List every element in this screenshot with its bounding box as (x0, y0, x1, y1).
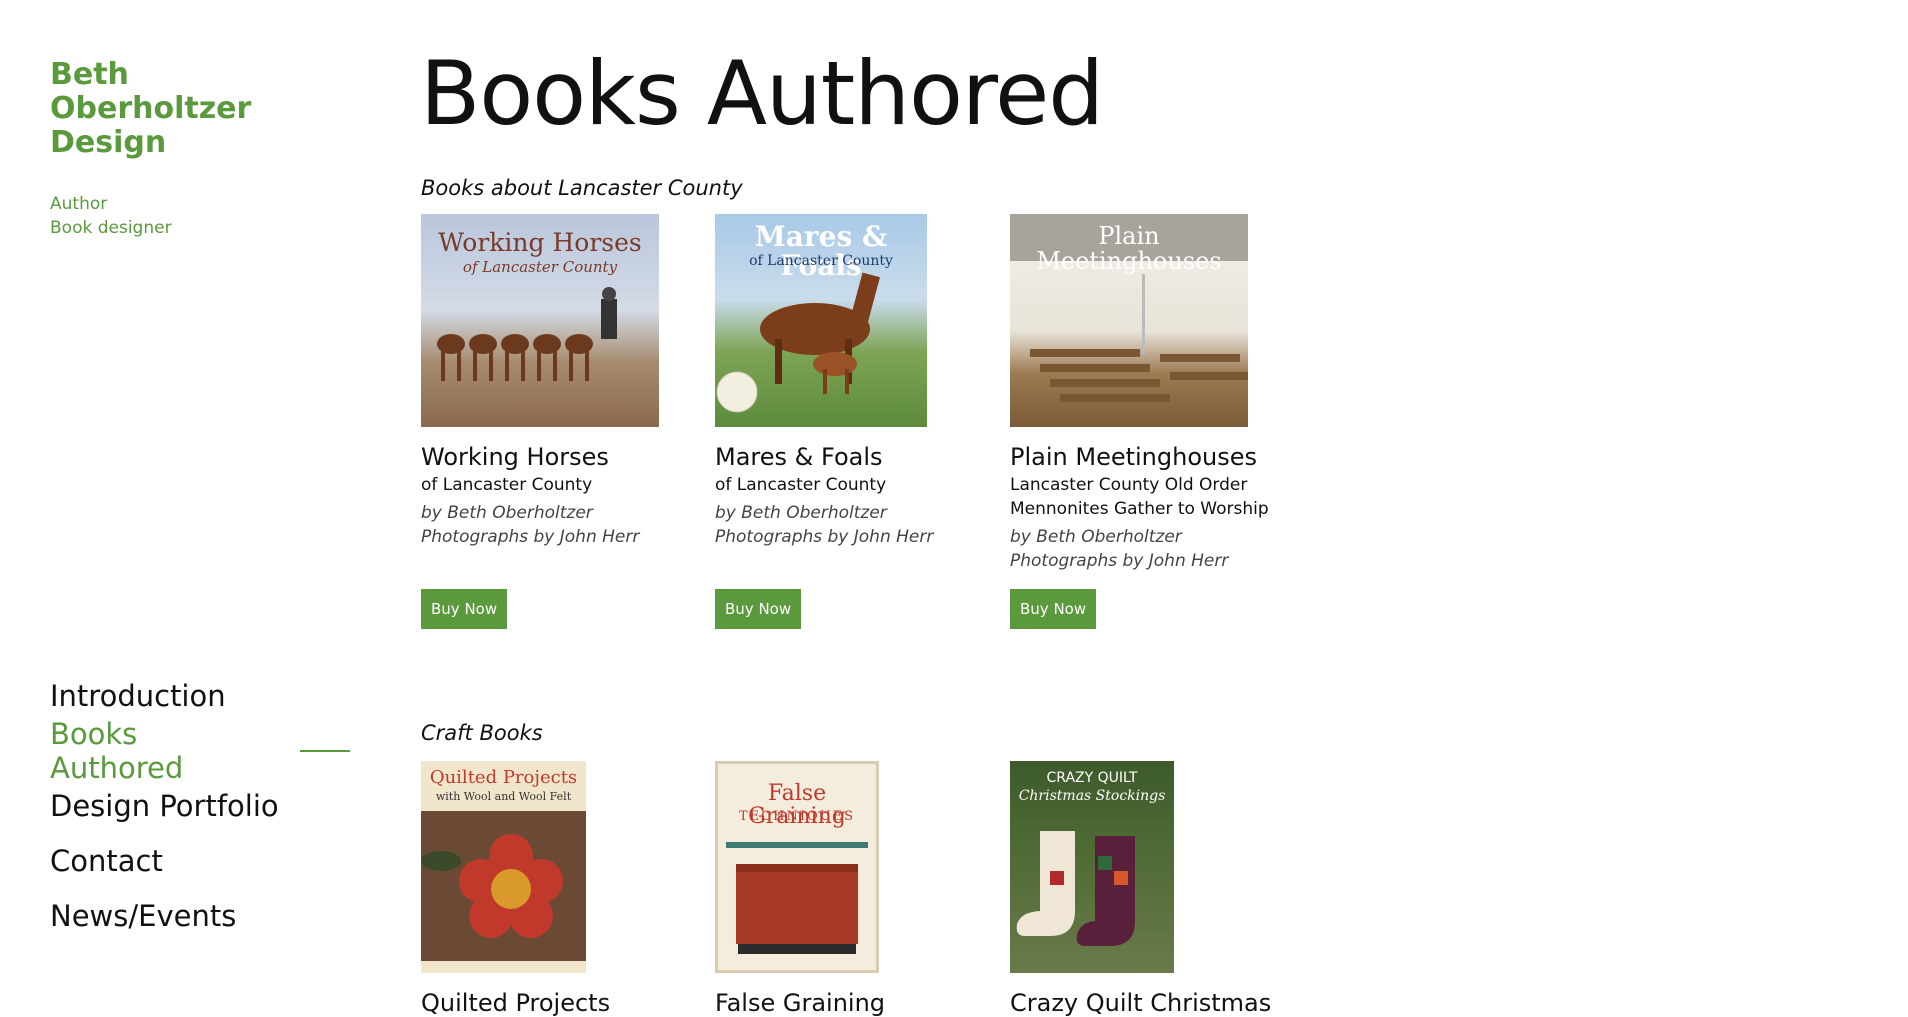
tagline-line: Author (50, 194, 108, 214)
buy-now-button[interactable]: Buy Now (715, 589, 802, 629)
book-subtitle: Lancaster County Old Order (1010, 475, 1248, 495)
site-title-line: Design (50, 125, 167, 160)
benches-illustration (1030, 274, 1248, 402)
book-card: False Graining TECHNIQUES False Graining (715, 761, 965, 1017)
main-nav: Introduction Books Authored Design Portf… (50, 668, 350, 943)
site-title[interactable]: Beth Oberholtzer Design (50, 58, 251, 160)
book-card: Plain Meetinghouses Plain Meetinghouses … (1010, 214, 1270, 629)
book-card: Mares & Foals of Lancaster County Mares … (715, 214, 965, 629)
book-card: Quilted Projects with Wool and Wool Felt… (421, 761, 671, 1017)
horse-illustration (716, 272, 880, 413)
book-author: by Beth Oberholtzer (715, 503, 887, 523)
book-cover-image[interactable]: Working Horses of Lancaster County (421, 214, 659, 427)
book-author: by Beth Oberholtzer (421, 503, 593, 523)
book-subtitle: Mennonites Gather to Worship (1010, 499, 1269, 519)
section-heading: Books about Lancaster County (421, 176, 743, 200)
book-photographer: Photographs by John Herr (1010, 551, 1229, 571)
book-cover-image[interactable]: Quilted Projects with Wool and Wool Felt (421, 761, 586, 973)
book-subtitle: of Lancaster County (715, 475, 887, 495)
nav-item-design-portfolio[interactable]: Design Portfolio (50, 778, 350, 833)
flower-illustration (421, 811, 586, 961)
site-tagline: Author Book designer (50, 192, 172, 240)
sidebar: Beth Oberholtzer Design Author Book desi… (50, 0, 350, 995)
book-title: Plain Meetinghouses (1010, 443, 1257, 471)
chest-illustration (726, 842, 868, 954)
stockings-illustration (1016, 831, 1135, 946)
nav-item-introduction[interactable]: Introduction (50, 668, 350, 723)
section-heading: Craft Books (421, 721, 543, 745)
nav-item-label: Books Authored (50, 716, 184, 785)
book-title: Working Horses (421, 443, 609, 471)
horses-illustration (437, 287, 617, 381)
buy-now-button[interactable]: Buy Now (1010, 589, 1097, 629)
nav-item-label: Design Portfolio (50, 788, 279, 823)
book-title: Quilted Projects (421, 989, 611, 1017)
book-card: Working Horses of Lancaster County Worki… (421, 214, 671, 629)
book-cover-image[interactable]: Plain Meetinghouses (1010, 214, 1248, 427)
page-title: Books Authored (420, 42, 1104, 145)
nav-item-contact[interactable]: Contact (50, 833, 350, 888)
book-title: Mares & Foals (715, 443, 883, 471)
nav-item-label: News/Events (50, 898, 237, 933)
book-title: False Graining (715, 989, 886, 1017)
site-title-line: Oberholtzer (50, 91, 252, 126)
nav-item-books-authored[interactable]: Books Authored (50, 717, 350, 785)
book-cover-image[interactable]: Mares & Foals of Lancaster County (715, 214, 927, 427)
nav-item-label: Introduction (50, 678, 226, 713)
book-card: CRAZY QUILT Christmas Stockings Crazy Qu… (1010, 761, 1272, 1017)
buy-now-button[interactable]: Buy Now (421, 589, 508, 629)
nav-item-news-events[interactable]: News/Events (50, 888, 350, 943)
book-subtitle: of Lancaster County (421, 475, 593, 495)
active-indicator (300, 749, 350, 752)
book-photographer: Photographs by John Herr (421, 527, 640, 547)
tagline-line: Book designer (50, 218, 172, 238)
nav-item-label: Contact (50, 843, 163, 878)
book-cover-image[interactable]: False Graining TECHNIQUES (715, 761, 879, 973)
site-title-line: Beth (50, 57, 129, 92)
book-cover-image[interactable]: CRAZY QUILT Christmas Stockings (1010, 761, 1174, 973)
book-photographer: Photographs by John Herr (715, 527, 934, 547)
book-title: Crazy Quilt Christmas (1010, 989, 1272, 1017)
book-author: by Beth Oberholtzer (1010, 527, 1182, 547)
